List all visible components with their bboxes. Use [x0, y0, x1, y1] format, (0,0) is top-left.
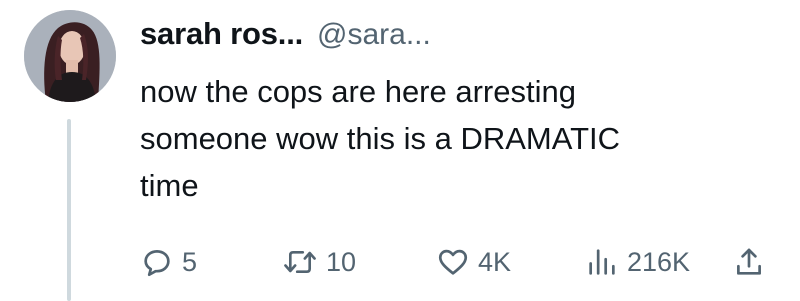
retweet-button[interactable]: 10	[282, 240, 356, 284]
reply-count: 5	[182, 246, 198, 277]
heart-outline-icon	[436, 245, 470, 279]
share-button[interactable]	[732, 240, 766, 284]
tweet-text-line: someone wow this is a DRAMATIC	[140, 121, 621, 156]
bar-chart-icon	[585, 245, 619, 279]
like-count: 4K	[478, 246, 512, 277]
retweet-count: 10	[326, 246, 357, 277]
tweet-text-line: now the cops are here arresting	[140, 74, 576, 109]
retweet-arrows-icon	[282, 245, 318, 279]
avatar-photo	[24, 10, 116, 102]
reply-button[interactable]: 5	[140, 240, 197, 284]
avatar[interactable]	[24, 10, 116, 102]
like-button[interactable]: 4K	[436, 240, 511, 284]
display-name[interactable]: sarah ros...	[140, 16, 303, 52]
action-bar: 5 10 4K 216K	[0, 240, 800, 284]
user-handle[interactable]: @sara...	[317, 18, 431, 52]
speech-bubble-icon	[140, 245, 174, 279]
tweet-text: now the cops are here arresting someone …	[140, 68, 760, 209]
views-button[interactable]: 216K	[585, 240, 690, 284]
tweet-text-line: time	[140, 168, 199, 203]
tweet[interactable]: sarah ros... @sara... now the cops are h…	[0, 0, 800, 301]
view-count: 216K	[627, 246, 691, 277]
share-upload-icon	[732, 245, 766, 279]
tweet-header: sarah ros... @sara...	[140, 16, 431, 52]
